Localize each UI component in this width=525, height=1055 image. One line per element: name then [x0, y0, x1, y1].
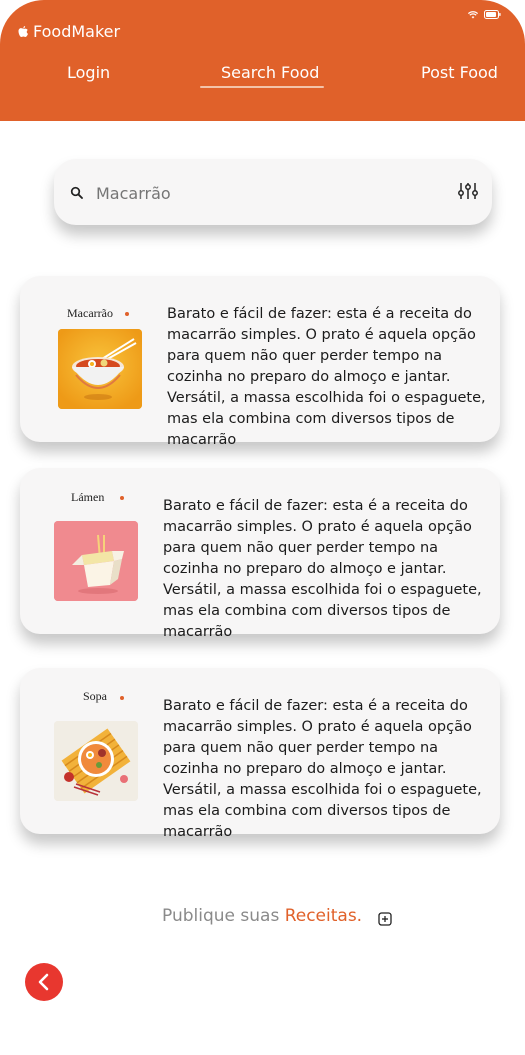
recipe-card[interactable]: Sopa Barato e fácil de fazer: esta é a r…: [20, 668, 500, 840]
noodle-box-icon: [54, 521, 138, 601]
ramen-bowl-icon: [58, 329, 142, 409]
active-tab-indicator: [200, 86, 324, 88]
app-title-text: FoodMaker: [33, 22, 121, 41]
search-bar[interactable]: [54, 159, 492, 225]
publish-text: Publique suas: [162, 906, 285, 926]
recipe-title: Sopa: [83, 689, 107, 703]
back-button[interactable]: [25, 963, 63, 1001]
search-input[interactable]: [96, 181, 436, 205]
tab-post-food[interactable]: Post Food: [421, 63, 498, 82]
add-square-icon[interactable]: [378, 912, 392, 926]
recipe-description: Barato e fácil de fazer: esta é a receit…: [163, 498, 482, 640]
tab-login[interactable]: Login: [67, 63, 110, 82]
filter-sliders-icon[interactable]: [458, 182, 478, 200]
apple-logo-icon: [18, 26, 28, 37]
recipe-card[interactable]: Macarrão Barato e fácil de fazer: esta é…: [20, 276, 500, 448]
recipe-title: Lámen: [71, 490, 105, 504]
app-title: FoodMaker: [18, 22, 120, 41]
status-bar: [468, 10, 501, 19]
recipe-description: Barato e fácil de fazer: esta é a receit…: [167, 306, 486, 448]
recipe-description: Barato e fácil de fazer: esta é a receit…: [163, 698, 482, 840]
recipe-title: Macarrão: [67, 306, 113, 320]
chevron-left-icon: [38, 973, 49, 991]
search-icon: [70, 186, 83, 199]
status-dot: [120, 696, 124, 700]
battery-icon: [484, 10, 501, 19]
publish-recipes-prompt: Publique suas Receitas.: [162, 906, 362, 926]
recipe-image: [58, 329, 142, 409]
recipe-image: [54, 721, 138, 801]
status-dot: [120, 496, 124, 500]
wifi-icon: [468, 10, 478, 18]
app-header: FoodMaker Login Search Food Post Food: [0, 0, 525, 121]
status-dot: [125, 312, 129, 316]
recipe-image: [54, 521, 138, 601]
soup-bowl-icon: [54, 721, 138, 801]
tab-search-food[interactable]: Search Food: [221, 63, 319, 82]
recipe-card[interactable]: Lámen Barato e fácil de fazer: esta é a …: [20, 468, 500, 640]
publish-recipes-link[interactable]: Receitas.: [285, 906, 362, 926]
